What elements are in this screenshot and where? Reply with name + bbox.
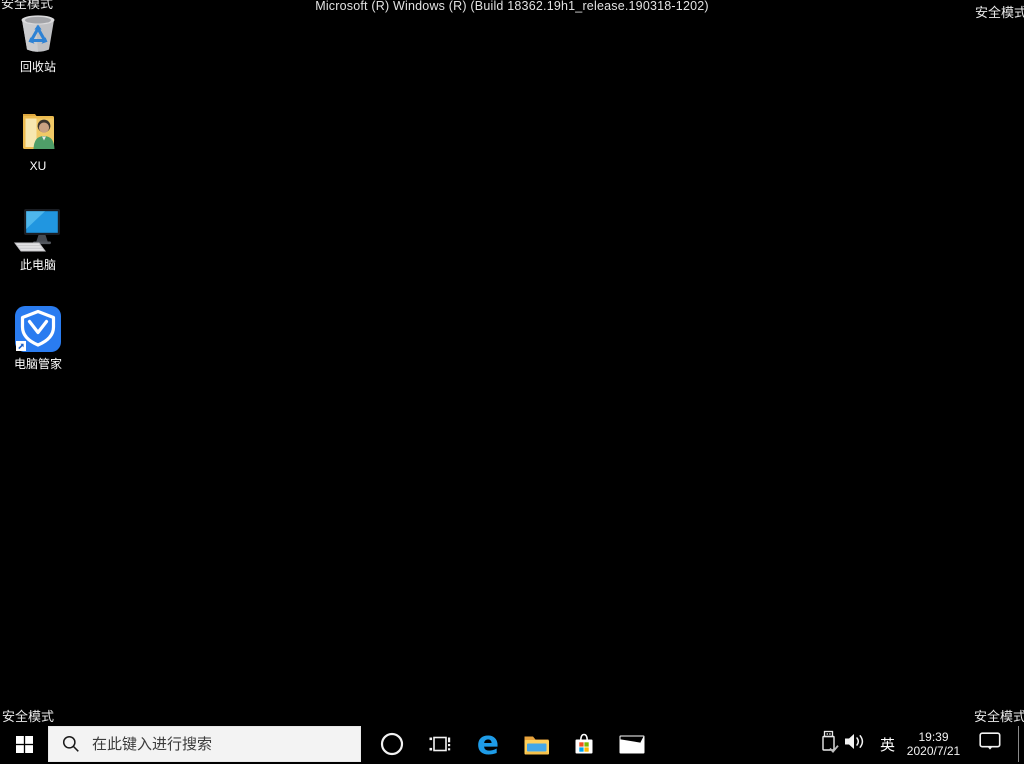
file-explorer-button[interactable] xyxy=(512,724,560,764)
desktop-icon-user-folder[interactable]: XU xyxy=(0,105,76,173)
user-folder-icon xyxy=(15,105,61,155)
desktop-icon-column: 回收站 XU 此电脑 电脑管家 xyxy=(0,6,76,402)
clock-time: 19:39 xyxy=(918,730,949,744)
search-input[interactable] xyxy=(90,734,360,754)
file-explorer-icon xyxy=(524,736,549,754)
cortana-icon xyxy=(380,732,404,756)
desktop-icon-label: 此电脑 xyxy=(19,258,56,272)
task-view-icon xyxy=(429,736,451,752)
safe-mode-label-bottom-right: 安全模式 xyxy=(973,709,1024,724)
edge-icon: e xyxy=(476,723,500,762)
clock[interactable]: 19:39 2020/7/21 xyxy=(905,730,962,758)
desktop-icon-this-pc[interactable]: 此电脑 xyxy=(0,204,76,272)
ime-language-indicator[interactable]: 英 xyxy=(880,734,895,755)
desktop: 安全模式 安全模式 安全模式 安全模式 Microsoft (R) Window… xyxy=(0,0,1024,764)
mail-button[interactable] xyxy=(608,724,656,764)
system-tray: 英 19:39 2020/7/21 xyxy=(818,724,1024,764)
clock-date: 2020/7/21 xyxy=(906,744,961,758)
taskbar-app-buttons: e xyxy=(368,724,656,764)
windows-build-text: Microsoft (R) Windows (R) (Build 18362.1… xyxy=(315,0,709,13)
desktop-icon-recycle-bin[interactable]: 回收站 xyxy=(0,6,76,74)
desktop-icon-pc-manager[interactable]: 电脑管家 xyxy=(0,303,76,371)
volume-tray-icon[interactable] xyxy=(844,733,866,755)
store-button[interactable] xyxy=(560,724,608,764)
safe-mode-label-bottom-left: 安全模式 xyxy=(2,709,55,724)
action-center-icon xyxy=(979,732,1001,750)
search-icon xyxy=(62,735,79,752)
mail-icon xyxy=(619,735,645,753)
start-button[interactable] xyxy=(0,724,48,764)
edge-button[interactable]: e xyxy=(464,724,512,764)
pc-manager-icon xyxy=(14,303,62,353)
show-desktop-button[interactable] xyxy=(1019,724,1024,764)
action-center-button[interactable] xyxy=(979,732,1002,756)
desktop-icon-label: 电脑管家 xyxy=(13,357,62,371)
task-view-button[interactable] xyxy=(416,724,464,764)
this-pc-icon xyxy=(12,204,64,254)
taskbar: e xyxy=(0,724,1024,764)
desktop-icon-label: 回收站 xyxy=(19,60,56,74)
windows-logo-icon xyxy=(15,735,33,753)
usb-device-tray-icon[interactable] xyxy=(818,730,839,759)
desktop-icon-label: XU xyxy=(29,159,47,173)
taskbar-search-box[interactable] xyxy=(48,726,361,762)
microsoft-store-icon xyxy=(575,733,593,753)
recycle-bin-icon xyxy=(15,6,61,56)
cortana-button[interactable] xyxy=(368,724,416,764)
